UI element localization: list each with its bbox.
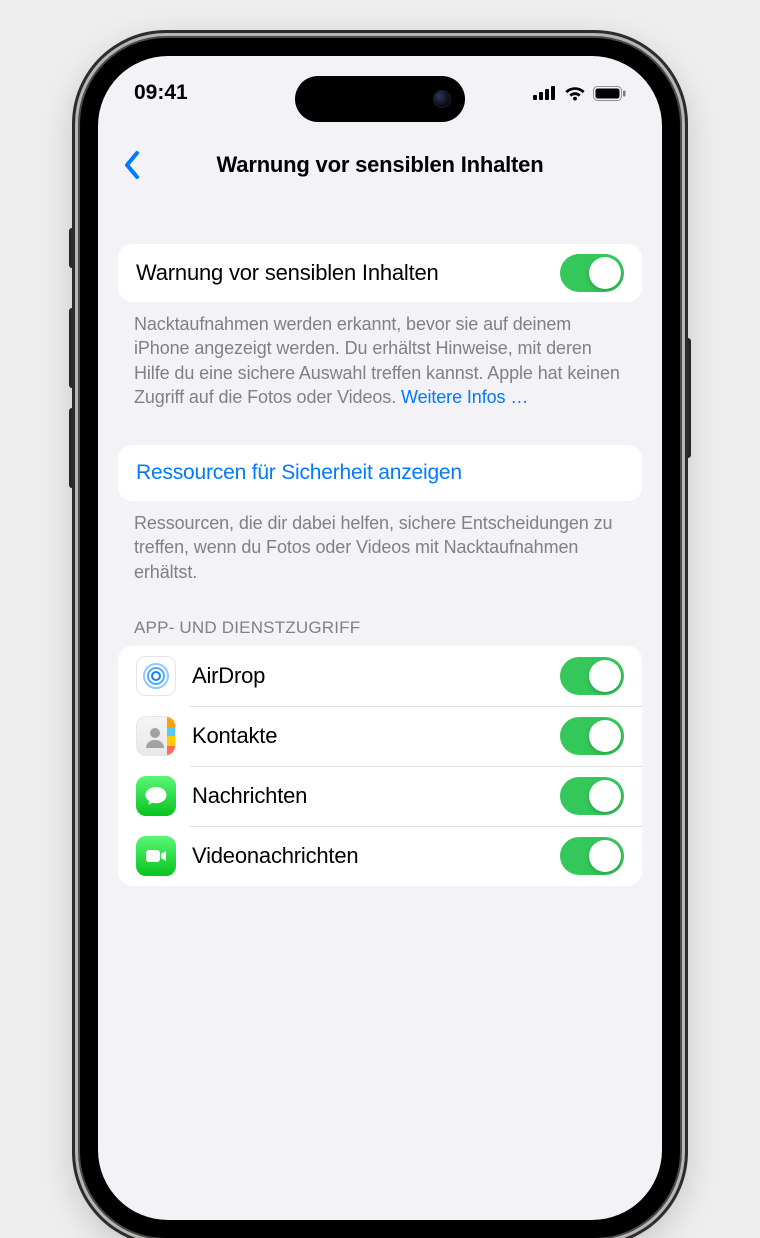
back-button[interactable] bbox=[114, 147, 150, 183]
dynamic-island bbox=[295, 76, 465, 122]
messages-icon bbox=[136, 776, 176, 816]
cellular-icon bbox=[533, 86, 557, 100]
wifi-icon bbox=[564, 85, 586, 101]
view-safety-resources-label: Ressourcen für Sicherheit anzeigen bbox=[136, 461, 624, 485]
app-row-airdrop-label: AirDrop bbox=[192, 663, 544, 689]
main-switch-group: Warnung vor sensiblen Inhalten bbox=[118, 244, 642, 302]
app-row-contacts-toggle[interactable] bbox=[560, 717, 624, 755]
app-row-airdrop[interactable]: AirDrop bbox=[118, 646, 642, 706]
silence-switch bbox=[69, 228, 75, 268]
app-row-facetime[interactable]: Videonachrichten bbox=[118, 826, 642, 886]
navigation-bar: Warnung vor sensiblen Inhalten bbox=[98, 130, 662, 200]
status-time: 09:41 bbox=[134, 81, 254, 105]
sensitive-content-warning-toggle[interactable] bbox=[560, 254, 624, 292]
facetime-icon bbox=[136, 836, 176, 876]
app-row-facetime-label: Videonachrichten bbox=[192, 843, 544, 869]
sensitive-content-warning-label: Warnung vor sensiblen Inhalten bbox=[136, 260, 544, 286]
resources-group: Ressourcen für Sicherheit anzeigen bbox=[118, 445, 642, 501]
main-switch-footer: Nacktaufnahmen werden erkannt, bevor sie… bbox=[134, 312, 626, 409]
volume-down-button bbox=[69, 408, 75, 488]
chevron-left-icon bbox=[123, 150, 141, 180]
resources-footer: Ressourcen, die dir dabei helfen, sicher… bbox=[134, 511, 626, 584]
app-service-access-header: APP- UND DIENSTZUGRIFF bbox=[134, 618, 626, 638]
app-row-airdrop-toggle[interactable] bbox=[560, 657, 624, 695]
app-row-contacts[interactable]: Kontakte bbox=[118, 706, 642, 766]
front-camera bbox=[433, 90, 451, 108]
app-service-access-group: AirDrop bbox=[118, 646, 642, 886]
sensitive-content-warning-row[interactable]: Warnung vor sensiblen Inhalten bbox=[118, 244, 642, 302]
app-row-messages[interactable]: Nachrichten bbox=[118, 766, 642, 826]
app-row-facetime-toggle[interactable] bbox=[560, 837, 624, 875]
phone-mockup: 09:41 bbox=[80, 38, 680, 1238]
battery-icon bbox=[593, 86, 626, 101]
learn-more-link[interactable]: Weitere Infos … bbox=[401, 387, 528, 407]
volume-up-button bbox=[69, 308, 75, 388]
app-row-messages-toggle[interactable] bbox=[560, 777, 624, 815]
power-button bbox=[685, 338, 691, 458]
contacts-icon bbox=[136, 716, 176, 756]
view-safety-resources-link[interactable]: Ressourcen für Sicherheit anzeigen bbox=[118, 445, 642, 501]
page-title: Warnung vor sensiblen Inhalten bbox=[217, 152, 544, 178]
app-row-contacts-label: Kontakte bbox=[192, 723, 544, 749]
app-row-messages-label: Nachrichten bbox=[192, 783, 544, 809]
airdrop-icon bbox=[136, 656, 176, 696]
